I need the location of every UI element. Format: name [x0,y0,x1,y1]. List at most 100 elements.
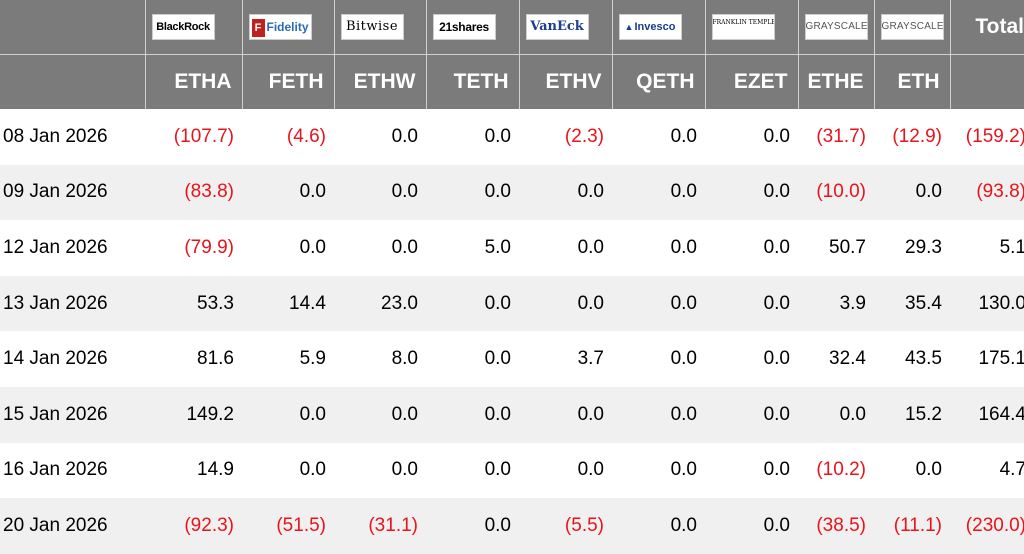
flow-cell: 3.7 [519,331,612,387]
flow-cell: 50.7 [798,220,874,276]
blackrock-logo: BlackRock [151,14,215,40]
flow-cell: 14.9 [145,442,242,499]
flow-cell: 0.0 [612,498,705,554]
flow-cell: 0.0 [242,442,334,499]
flow-cell: 0.0 [334,164,426,221]
flow-cell: (79.9) [145,220,242,276]
date-cell: 12 Jan 2026 [0,220,145,276]
flow-cell: (2.3) [519,109,612,165]
flow-cell: 0.0 [426,109,519,165]
flow-cell: (5.5) [519,498,612,554]
date-cell: 14 Jan 2026 [0,331,145,387]
flow-cell: 0.0 [705,275,798,332]
franklin-templeton-logo: FRANKLIN TEMPLETON [711,14,775,40]
date-cell: 09 Jan 2026 [0,164,145,221]
fidelity-logo: F Fidelity [248,14,312,40]
flow-cell: 0.0 [242,220,334,276]
flow-cell: 0.0 [519,386,612,443]
21shares-logo: 21shares [432,14,496,40]
flow-cell: 8.0 [334,331,426,387]
flow-cell: (10.0) [798,164,874,221]
flow-cell: (11.1) [874,498,950,554]
total-header: Total [950,0,1024,55]
flow-cell: (31.1) [334,498,426,554]
flow-cell: 32.4 [798,331,874,387]
flow-cell: 0.0 [874,442,950,499]
table-row: 15 Jan 2026 149.2 0.0 0.0 0.0 0.0 0.0 0.0 0.0 15.… [0,386,1024,443]
table-row: 16 Jan 2026 14.9 0.0 0.0 0.0 0.0 0.0 0.0 (10.2) 0… [0,442,1024,499]
flow-cell: 0.0 [705,220,798,276]
flow-cell: 0.0 [612,220,705,276]
ticker-header: ETHW [334,54,427,109]
ticker-header: ETH [874,54,951,109]
flow-cell: 0.0 [612,164,705,221]
total-ticker-header [950,54,1024,109]
date-cell: 15 Jan 2026 [0,386,145,443]
flow-cell: 15.2 [874,386,950,443]
flow-cell: (38.5) [798,498,874,554]
fidelity-f-icon: F [251,18,265,37]
ticker-row: ETHA FETH ETHW TETH ETHV QETH EZET ETHE … [0,54,1024,109]
ticker-header: TETH [426,54,520,109]
total-cell: 164.4 [950,386,1024,443]
flow-rows: 08 Jan 2026 (107.7) (4.6) 0.0 0.0 (2.3) 0.0 0.0… [0,109,1024,554]
flow-cell: 81.6 [145,331,242,387]
flow-cell: 0.0 [705,164,798,221]
flow-cell: 0.0 [334,442,426,499]
flow-cell: 43.5 [874,331,950,387]
flow-cell: 5.0 [426,220,519,276]
table-row: 09 Jan 2026 (83.8) 0.0 0.0 0.0 0.0 0.0 0.0 (10.0… [0,164,1024,221]
flow-cell: 0.0 [612,442,705,499]
ticker-header: QETH [612,54,706,109]
ticker-header: ETHE [798,54,875,109]
issuer-logo-row: BlackRock F Fidelity Bitwise 21shares Van… [0,0,1024,55]
ticker-header: FETH [242,54,335,109]
flow-cell: (31.7) [798,109,874,165]
flow-cell: 0.0 [519,220,612,276]
total-cell: (93.8) [950,164,1024,221]
bitwise-logo: Bitwise [340,14,404,40]
flow-cell: 0.0 [334,220,426,276]
total-cell: 175.1 [950,331,1024,387]
flow-cell: (12.9) [874,109,950,165]
total-cell: 4.7 [950,442,1024,499]
grayscale-logo: GRAYSCALE [880,14,944,40]
flow-cell: 0.0 [705,386,798,443]
flow-cell: 0.0 [705,498,798,554]
date-cell: 13 Jan 2026 [0,275,145,332]
flow-cell: 0.0 [242,164,334,221]
flow-cell: 0.0 [874,164,950,221]
total-cell: 130.0 [950,275,1024,332]
invesco-logo: ▲Invesco [618,14,682,40]
corner-cell [0,0,146,55]
flow-cell: 0.0 [334,109,426,165]
ticker-header: ETHA [145,54,243,109]
flow-cell: (51.5) [242,498,334,554]
flow-cell: 0.0 [426,164,519,221]
table-row: 08 Jan 2026 (107.7) (4.6) 0.0 0.0 (2.3) 0.0 0.0… [0,109,1024,165]
ticker-header: EZET [705,54,799,109]
total-cell: 5.1 [950,220,1024,276]
flow-cell: (92.3) [145,498,242,554]
flow-cell: 23.0 [334,275,426,332]
table-row: 12 Jan 2026 (79.9) 0.0 0.0 5.0 0.0 0.0 0.0 50.7 2… [0,220,1024,276]
flow-cell: 0.0 [426,498,519,554]
flow-cell: 0.0 [612,109,705,165]
flow-cell: 0.0 [705,331,798,387]
table-row: 14 Jan 2026 81.6 5.9 8.0 0.0 3.7 0.0 0.0 32.4 43.… [0,331,1024,387]
flow-cell: 0.0 [612,386,705,443]
flow-cell: (83.8) [145,164,242,221]
date-cell: 20 Jan 2026 [0,498,145,554]
flow-cell: (107.7) [145,109,242,165]
date-cell: 08 Jan 2026 [0,109,145,165]
ticker-header: ETHV [519,54,613,109]
flow-cell: 53.3 [145,275,242,332]
flow-cell: 29.3 [874,220,950,276]
date-cell: 16 Jan 2026 [0,442,145,499]
flow-cell: 35.4 [874,275,950,332]
flow-cell: 0.0 [426,331,519,387]
table-row: 13 Jan 2026 53.3 14.4 23.0 0.0 0.0 0.0 0.0 3.9 35… [0,275,1024,332]
flow-cell: 0.0 [705,109,798,165]
flow-cell: 0.0 [612,331,705,387]
etf-flows-table: BlackRock F Fidelity Bitwise 21shares Van… [0,0,1024,554]
